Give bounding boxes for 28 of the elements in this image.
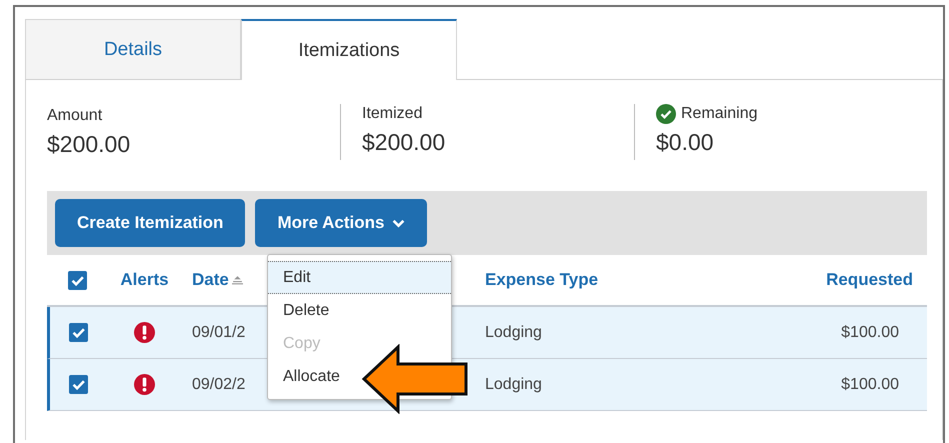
summary-label: Remaining [681, 105, 758, 123]
table-cell: Lodging [485, 324, 542, 340]
menu-item[interactable]: Edit [268, 261, 451, 294]
more-actions-button[interactable]: More Actions [255, 199, 428, 247]
tab[interactable]: Itemizations [241, 19, 457, 80]
table-cell: $100.00 [841, 376, 899, 392]
summary-value: $0.00 [656, 129, 715, 156]
sort-icon[interactable] [232, 276, 243, 284]
table-cell: Lodging [485, 376, 542, 392]
checkbox[interactable] [69, 375, 88, 394]
summary-value: $200.00 [362, 129, 446, 156]
summary-value: $200.00 [47, 131, 132, 158]
summary-label: Amount [47, 107, 102, 125]
column-header[interactable]: Date [192, 270, 229, 290]
column-header[interactable]: Expense Type [485, 270, 598, 289]
chevron-down-icon [392, 218, 406, 228]
checkbox[interactable] [68, 270, 86, 290]
summary-label: Itemized [362, 105, 422, 123]
checkbox[interactable] [69, 323, 88, 342]
menu-item[interactable]: Allocate [268, 360, 348, 393]
arrow-icon [360, 344, 470, 414]
create-itemization-button[interactable]: Create Itemization [55, 199, 246, 247]
table-cell: $100.00 [841, 324, 899, 340]
table-cell: 09/01/2 [192, 324, 246, 342]
column-header[interactable]: Alerts [120, 270, 169, 290]
table-cell: 09/02/2 [192, 376, 246, 394]
tab[interactable]: Details [25, 19, 241, 80]
column-header[interactable]: Requested [826, 270, 913, 289]
